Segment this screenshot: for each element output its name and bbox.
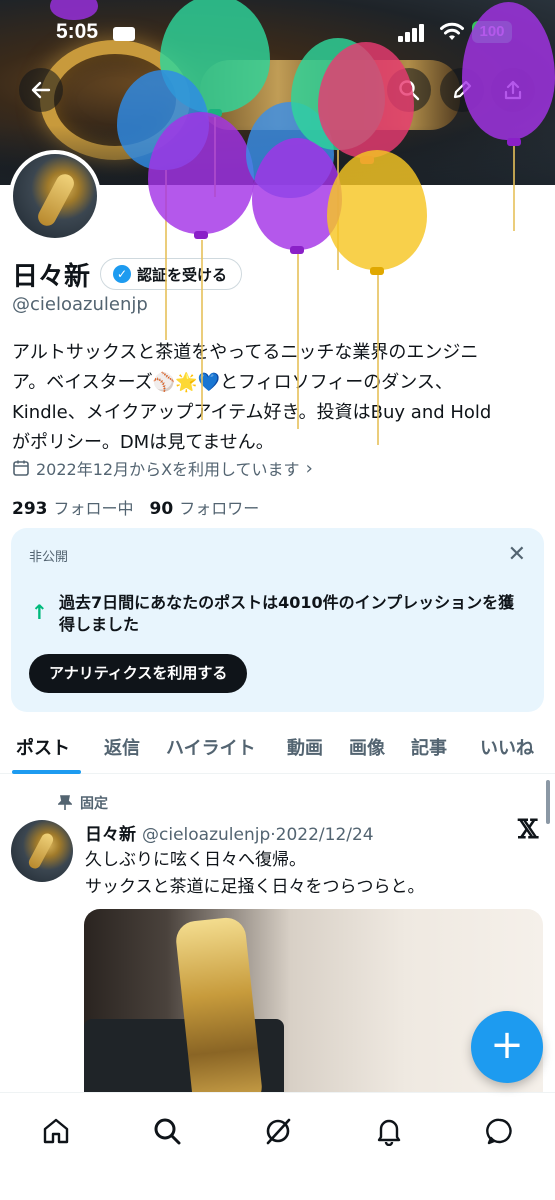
profile-bio: アルトサックスと茶道をやってるニッチな業界のエンジニ ア。ベイスターズ⚾🌟💙とフ…: [12, 338, 542, 458]
profile-display-name: 日々新: [12, 261, 91, 292]
following-link[interactable]: 293 フォロー中: [12, 495, 134, 519]
bio-line: アルトサックスと茶道をやってるニッチな業界のエンジニ: [12, 342, 479, 363]
joined-date-text: 2022年12月からXを利用しています: [36, 460, 300, 479]
followers-link[interactable]: 90 フォロワー: [150, 495, 260, 519]
grok-icon: [266, 1118, 291, 1145]
nav-grok[interactable]: [258, 1111, 298, 1151]
profile-tabs: ポスト 返信 ハイライト 動画 画像 記事 いいね: [0, 720, 555, 774]
status-time: 5:05: [56, 20, 99, 43]
post-handle-date: @cieloazulenjp·2022/12/24: [142, 825, 374, 845]
get-verified-button[interactable]: ✓ 認証を受ける: [100, 258, 243, 290]
nav-notifications[interactable]: [369, 1111, 409, 1151]
follow-counts: 293 フォロー中 90 フォロワー: [12, 495, 259, 519]
chevron-right-icon: ›: [305, 457, 313, 479]
profile-avatar[interactable]: [9, 150, 101, 242]
compose-post-button[interactable]: +: [471, 1011, 543, 1083]
impressions-message: 過去7日間にあなたのポストは4010件のインプレッションを獲得しました: [59, 593, 515, 634]
pin-icon: [58, 795, 72, 810]
private-label: 非公開: [29, 550, 69, 565]
bio-line: がポリシー。DMは見てません。: [12, 432, 274, 453]
verified-badge-icon: ✓: [113, 265, 132, 283]
followers-count: 90: [149, 499, 174, 519]
active-tab-indicator: [12, 770, 81, 774]
post-author-name[interactable]: 日々新: [85, 825, 136, 845]
back-button[interactable]: [19, 68, 63, 112]
pinned-indicator: 固定: [58, 793, 108, 813]
nav-search[interactable]: [147, 1111, 187, 1151]
post-text-line: 久しぶりに呟く日々へ復帰。: [85, 850, 306, 870]
tab-articles[interactable]: 記事: [411, 734, 447, 760]
tab-likes[interactable]: いいね: [480, 734, 534, 760]
joined-date-link[interactable]: 2022年12月からXを利用しています ›: [12, 456, 313, 480]
tab-videos[interactable]: 動画: [287, 734, 323, 760]
following-label: フォロー中: [53, 499, 134, 518]
nav-messages[interactable]: [480, 1111, 520, 1151]
followers-label: フォロワー: [179, 499, 260, 518]
post-header: 日々新 @cieloazulenjp·2022/12/24: [85, 820, 374, 845]
post-text-line: サックスと茶道に足掻く日々をつらつらと。: [85, 877, 425, 897]
bio-line: ア。ベイスターズ⚾🌟💙とフィロソフィーのダンス、: [12, 372, 453, 393]
cellular-signal-icon: [398, 24, 428, 42]
trend-up-arrow-icon: ↑: [31, 600, 48, 624]
tab-photos[interactable]: 画像: [349, 734, 385, 760]
notifications-bell-icon: [377, 1119, 401, 1146]
messages-icon: [486, 1118, 512, 1145]
impressions-card: 非公開 ✕ ↑ 過去7日間にあなたのポストは4010件のインプレッションを獲得し…: [11, 528, 544, 712]
tab-highlights[interactable]: ハイライト: [166, 734, 256, 760]
x-logo-icon: 𝕏: [518, 815, 539, 845]
post-image[interactable]: [84, 909, 543, 1109]
bottom-navigation: [0, 1092, 555, 1200]
arrow-left-icon: [31, 81, 51, 99]
wifi-icon: [440, 22, 464, 40]
analytics-button[interactable]: アナリティクスを利用する: [29, 654, 248, 693]
home-icon: [43, 1118, 69, 1144]
post-text: 久しぶりに呟く日々へ復帰。 サックスと茶道に足掻く日々をつらつらと。: [85, 847, 425, 901]
bio-line: Kindle、メイクアップアイテム好き。投資はBuy and Hold: [12, 402, 492, 423]
search-icon: [154, 1118, 181, 1145]
following-count: 293: [12, 499, 48, 519]
pinned-label: 固定: [80, 796, 108, 812]
close-icon[interactable]: ✕: [508, 542, 526, 567]
nav-home[interactable]: [36, 1111, 76, 1151]
sim-icon: [113, 27, 135, 41]
post-author-avatar[interactable]: [11, 820, 73, 882]
calendar-icon: [13, 460, 29, 476]
profile-handle: @cieloazulenjp: [12, 294, 148, 315]
scrollbar[interactable]: [546, 780, 550, 824]
tab-replies[interactable]: 返信: [104, 734, 140, 760]
get-verified-label: 認証を受ける: [137, 265, 228, 284]
tab-posts[interactable]: ポスト: [16, 734, 70, 760]
